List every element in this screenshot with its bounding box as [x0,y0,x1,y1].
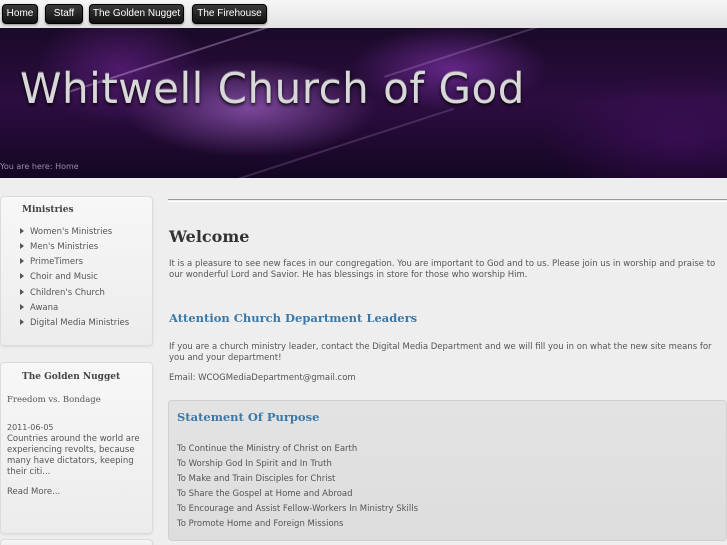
purpose-heading: Statement Of Purpose [177,410,320,424]
nav-home-button[interactable]: Home [2,4,38,24]
purpose-item: To Share the Gospel at Home and Abroad [177,489,353,499]
purpose-item: To Make and Train Disciples for Christ [177,474,336,484]
read-more-link[interactable]: Read More... [7,487,60,497]
menu-item-primetimers[interactable]: PrimeTimers [20,257,83,267]
menu-item-label: Digital Media Ministries [30,318,130,328]
purpose-item: To Worship God In Spirit and In Truth [177,459,332,469]
banner-light-streak [206,107,454,178]
breadcrumb-label: You are here: [0,162,53,171]
purpose-item: To Promote Home and Foreign Missions [177,519,344,529]
arrow-right-icon [20,272,24,279]
menu-item-label: Men's Ministries [30,242,99,252]
menu-item-label: Choir and Music [30,272,98,282]
purpose-item: To Continue the Ministry of Christ on Ea… [177,444,358,454]
menu-item-childrens-church[interactable]: Children's Church [20,288,105,298]
golden-nugget-title: The Golden Nugget [22,372,121,382]
arrow-right-icon [20,288,24,295]
ministries-title: Ministries [22,205,74,215]
attention-paragraph: If you are a church ministry leader, con… [169,342,712,363]
menu-item-womens-ministries[interactable]: Women's Ministries [20,227,112,237]
nugget-excerpt: Countries around the world are experienc… [7,434,140,477]
nav-staff-button[interactable]: Staff [45,4,83,24]
purpose-item: To Encourage and Assist Fellow-Workers I… [177,504,419,514]
nugget-article-title: Freedom vs. Bondage [7,395,101,405]
site-title: Whitwell Church of God [20,64,525,113]
content-divider [168,199,727,200]
menu-item-digital-media-ministries[interactable]: Digital Media Ministries [20,318,129,328]
top-navigation: Home Staff The Golden Nugget The Firehou… [0,0,727,28]
email-line: Email: WCOGMediaDepartment@gmail.com [169,373,356,383]
arrow-right-icon [20,227,24,234]
nav-firehouse-button[interactable]: The Firehouse [192,4,267,24]
attention-heading: Attention Church Department Leaders [169,311,418,325]
menu-item-label: Children's Church [30,288,105,298]
menu-item-choir-and-music[interactable]: Choir and Music [20,272,98,282]
breadcrumb-home-link[interactable]: Home [55,162,79,171]
menu-item-label: Women's Ministries [30,227,113,237]
menu-item-label: PrimeTimers [30,257,84,267]
welcome-heading: Welcome [169,227,250,246]
sidebar-module-partial [0,539,153,545]
nav-golden-nugget-button[interactable]: The Golden Nugget [89,4,184,24]
menu-item-mens-ministries[interactable]: Men's Ministries [20,242,98,252]
menu-item-awana[interactable]: Awana [20,303,58,313]
menu-item-label: Awana [30,303,59,313]
arrow-right-icon [20,257,24,264]
welcome-paragraph: It is a pleasure to see new faces in our… [169,259,716,280]
nugget-date: 2011-06-05 [7,423,54,432]
content-divider-highlight [168,201,727,202]
header-banner: Whitwell Church of God You are here: Hom… [0,28,727,178]
breadcrumb: You are here: Home [0,162,79,171]
arrow-right-icon [20,318,24,325]
arrow-right-icon [20,303,24,310]
arrow-right-icon [20,242,24,249]
